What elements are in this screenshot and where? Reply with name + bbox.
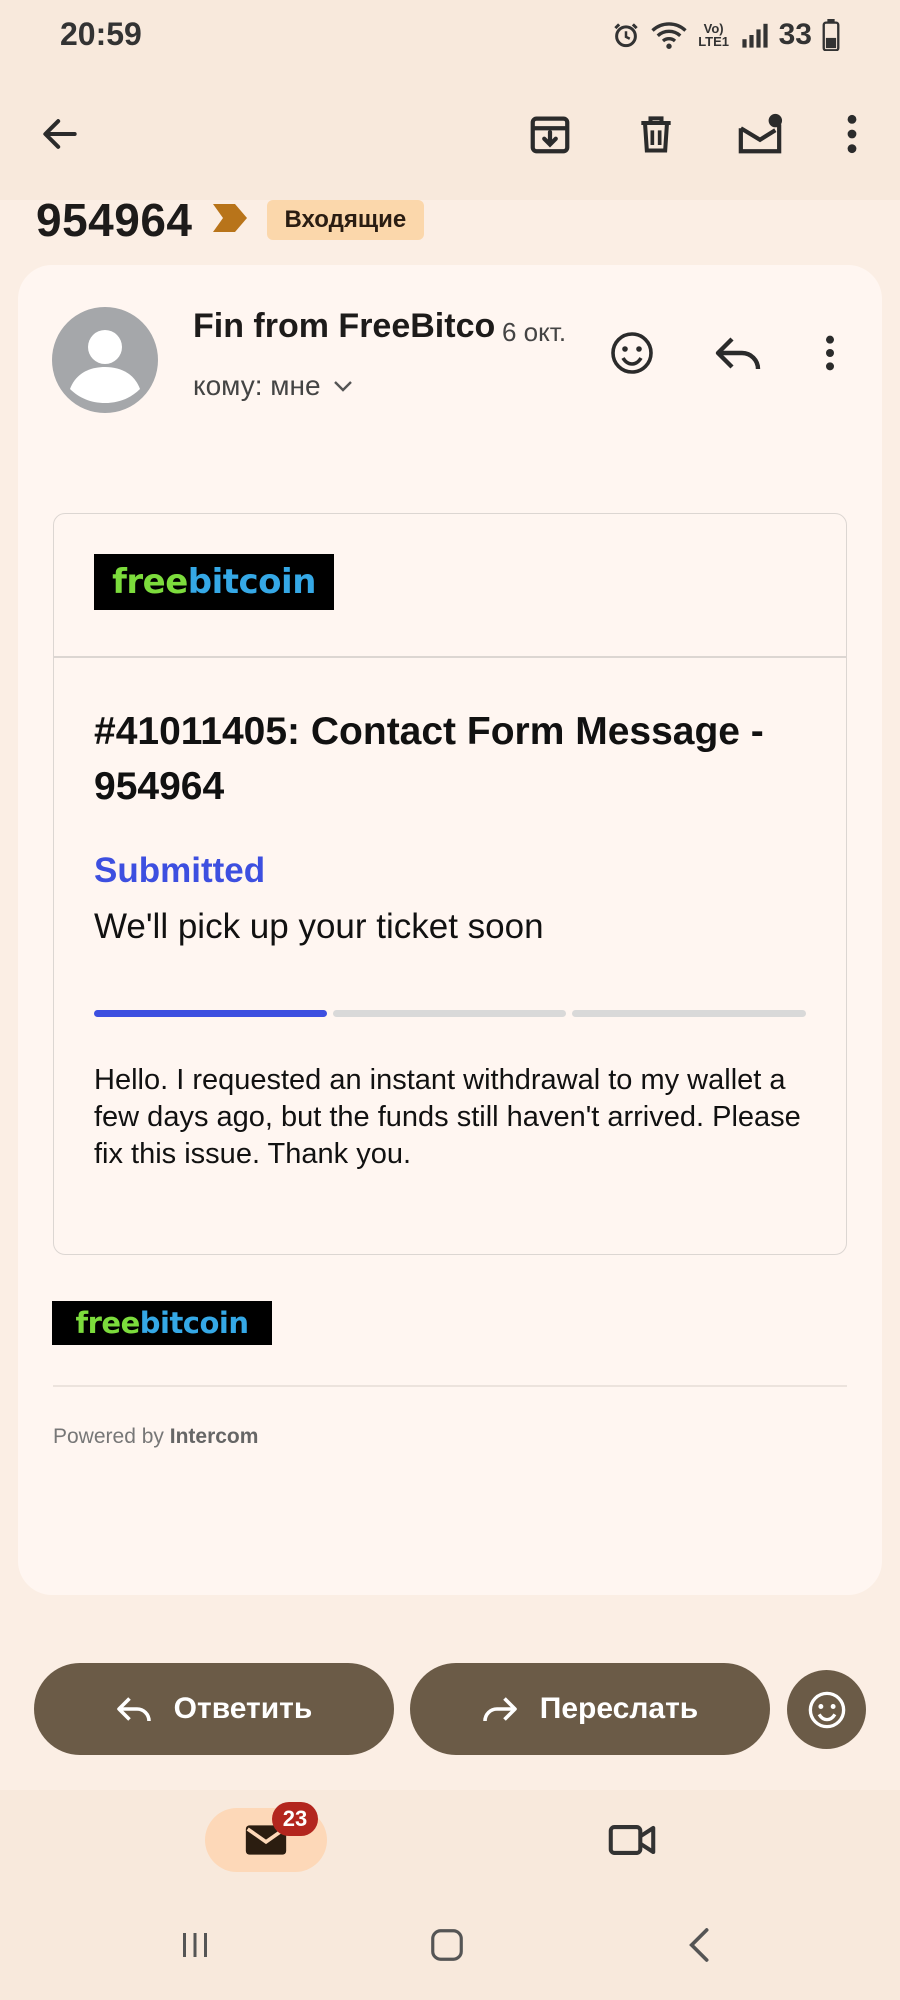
progress-step-3 bbox=[572, 1010, 806, 1017]
ticket-message-box: free bitcoin #41011405: Contact Form Mess… bbox=[53, 513, 847, 1255]
mark-unread-button[interactable] bbox=[728, 102, 792, 166]
chevron-down-icon bbox=[333, 381, 352, 392]
unread-count-badge: 23 bbox=[272, 1802, 318, 1836]
react-button[interactable] bbox=[787, 1670, 866, 1749]
forward-icon bbox=[482, 1697, 517, 1722]
wifi-icon bbox=[650, 20, 687, 50]
status-bar: 20:59 Vo) LTE1 33 bbox=[0, 0, 900, 72]
inbox-label-chip[interactable]: Входящие bbox=[266, 200, 425, 240]
reply-button-label: Ответить bbox=[173, 1692, 313, 1725]
sender-name: Fin from FreeBitco bbox=[193, 307, 496, 345]
logo-bitcoin-text: bitcoin bbox=[187, 562, 317, 602]
reply-icon bbox=[116, 1697, 151, 1722]
battery-level: 33 bbox=[778, 18, 812, 51]
emoji-icon bbox=[808, 1691, 845, 1728]
status-icons: Vo) LTE1 33 bbox=[611, 18, 840, 52]
mark-unread-icon bbox=[738, 113, 783, 154]
add-reaction-button[interactable] bbox=[604, 325, 660, 381]
emoji-icon bbox=[611, 332, 653, 374]
freebitcoin-logo: free bitcoin bbox=[94, 554, 334, 610]
lte-label: Vo) LTE1 bbox=[698, 21, 730, 49]
recent-apps-button[interactable] bbox=[165, 1920, 225, 1970]
home-button[interactable] bbox=[417, 1920, 477, 1970]
delete-button[interactable] bbox=[624, 102, 688, 166]
logo-free-text: free bbox=[112, 562, 188, 602]
powered-by[interactable]: Powered by Intercom bbox=[53, 1425, 258, 1449]
importance-marker-icon[interactable] bbox=[211, 202, 249, 239]
system-navigation-bar bbox=[0, 1890, 900, 2000]
bottom-navigation: 23 bbox=[0, 1790, 900, 1890]
ticket-message-body: Hello. I requested an instant withdrawal… bbox=[94, 1064, 801, 1170]
back-arrow-icon bbox=[43, 119, 77, 149]
back-button[interactable] bbox=[28, 102, 92, 166]
more-options-button[interactable] bbox=[820, 102, 884, 166]
status-time: 20:59 bbox=[60, 16, 142, 52]
powered-by-brand: Intercom bbox=[169, 1425, 259, 1448]
recent-apps-icon bbox=[183, 1933, 207, 1957]
email-date: 6 окт. bbox=[502, 317, 567, 347]
sender-avatar[interactable] bbox=[52, 307, 158, 413]
more-vert-icon bbox=[826, 335, 834, 371]
delete-icon bbox=[641, 116, 671, 153]
battery-icon bbox=[822, 19, 840, 51]
footer-freebitcoin-logo[interactable]: free bitcoin bbox=[52, 1301, 272, 1345]
reply-icon bbox=[715, 337, 761, 370]
email-toolbar bbox=[0, 72, 900, 200]
signal-icon bbox=[741, 21, 769, 49]
home-icon bbox=[431, 1929, 463, 1961]
chevron-left-icon bbox=[689, 1928, 709, 1962]
footer-logo-free-text: free bbox=[75, 1306, 140, 1340]
recipient-toggle[interactable]: кому: мне bbox=[193, 370, 353, 402]
reply-button[interactable]: Ответить bbox=[34, 1663, 394, 1755]
message-divider bbox=[54, 656, 846, 658]
video-camera-icon bbox=[608, 1825, 656, 1855]
nav-meet-tab[interactable] bbox=[600, 1810, 664, 1870]
person-icon bbox=[70, 330, 140, 403]
progress-step-2 bbox=[333, 1010, 566, 1017]
ticket-title: #41011405: Contact Form Message - 954964 bbox=[94, 710, 764, 808]
subject-line: 954964 Входящие bbox=[36, 190, 425, 250]
recipient-text: кому: мне bbox=[193, 370, 321, 401]
message-more-button[interactable] bbox=[802, 325, 858, 381]
forward-button[interactable]: Переслать bbox=[410, 1663, 770, 1755]
archive-icon bbox=[530, 116, 570, 154]
footer-logo-bitcoin-text: bitcoin bbox=[139, 1306, 249, 1340]
email-subject: 954964 bbox=[36, 194, 193, 246]
ticket-status-subtitle: We'll pick up your ticket soon bbox=[94, 907, 544, 946]
forward-button-label: Переслать bbox=[539, 1692, 699, 1725]
system-back-button[interactable] bbox=[670, 1920, 730, 1970]
alarm-icon bbox=[611, 20, 641, 50]
more-vert-icon bbox=[847, 114, 857, 154]
progress-step-1 bbox=[94, 1010, 327, 1017]
reply-icon-button[interactable] bbox=[710, 325, 766, 381]
email-card: Fin from FreeBitco 6 окт. кому: мне free… bbox=[18, 265, 882, 1595]
powered-by-prefix: Powered by bbox=[53, 1425, 164, 1448]
footer-divider bbox=[53, 1385, 847, 1387]
archive-button[interactable] bbox=[518, 102, 582, 166]
ticket-status: Submitted bbox=[94, 851, 266, 890]
